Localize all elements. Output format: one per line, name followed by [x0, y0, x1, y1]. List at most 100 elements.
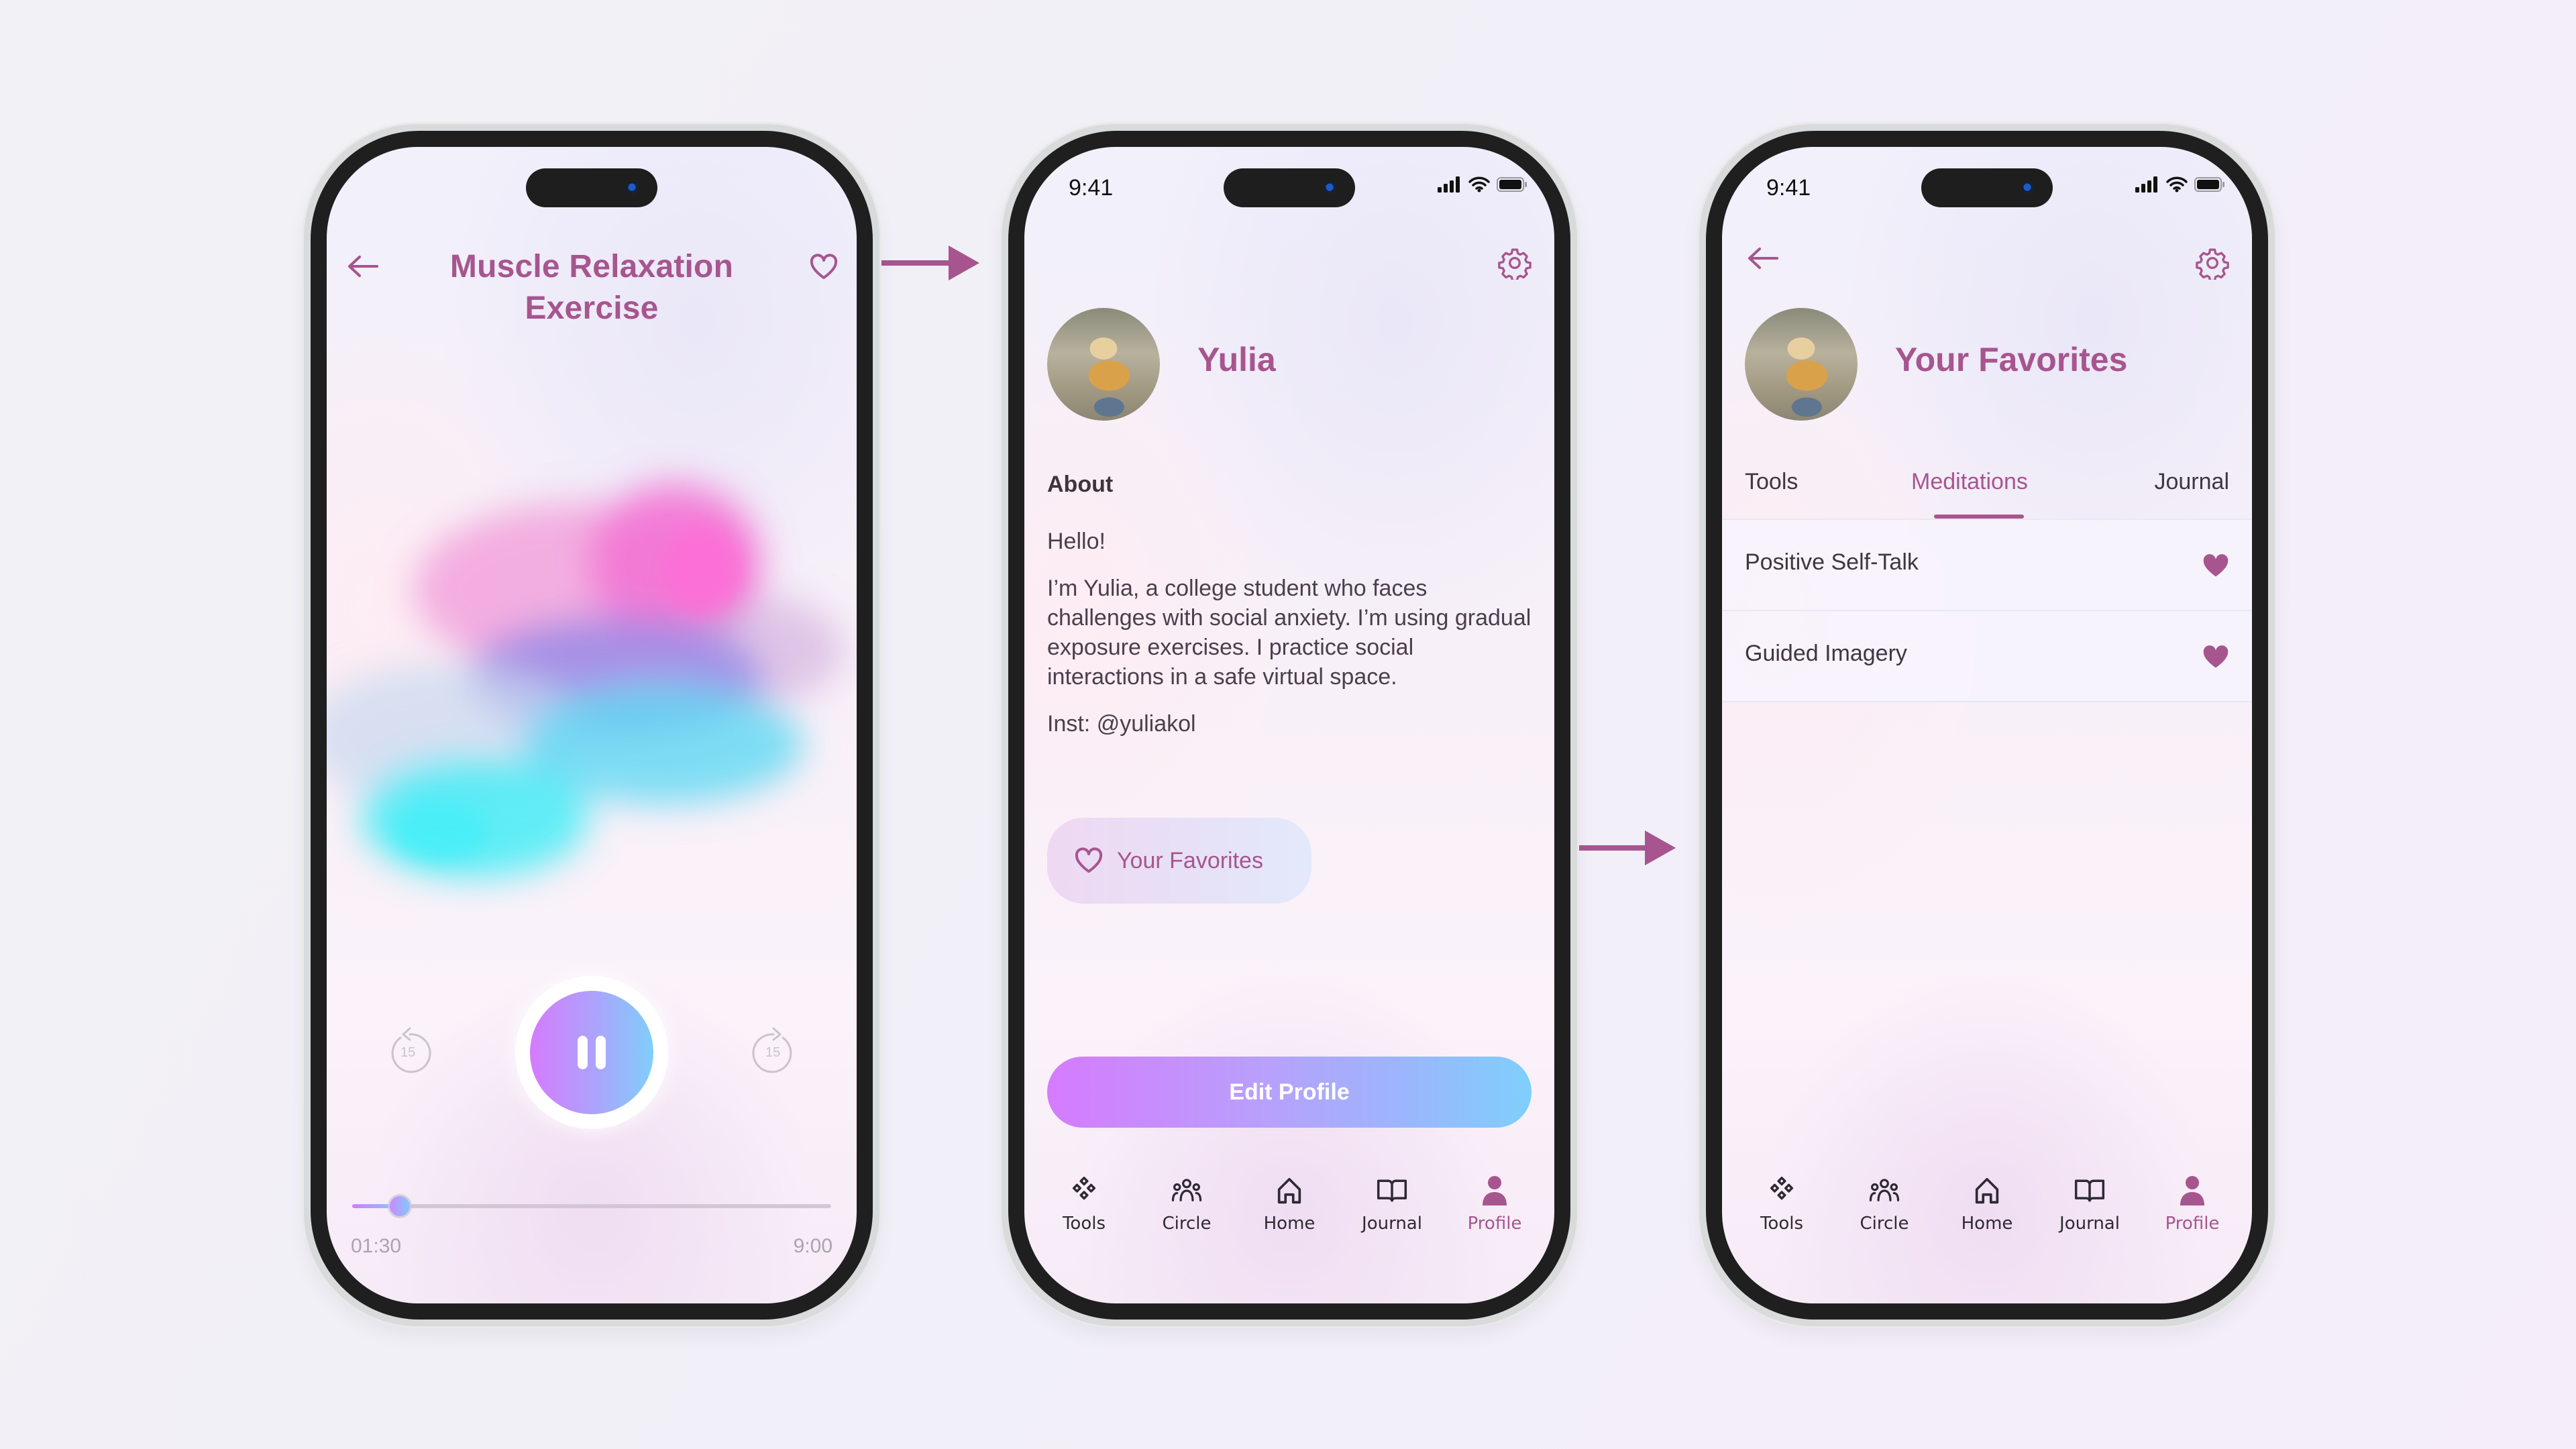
gear-icon — [1498, 248, 1532, 282]
open-book-icon — [1375, 1173, 1409, 1208]
tab-tools[interactable]: Tools — [1034, 1173, 1134, 1247]
title-line-2: Exercise — [525, 290, 659, 326]
profile-name: Yulia — [1197, 341, 1276, 378]
gear-icon — [2196, 248, 2229, 282]
tab-home[interactable]: Home — [1239, 1173, 1340, 1247]
arrow-left-icon — [348, 256, 378, 277]
bio-instagram: Inst: @yuliakol — [1047, 711, 1196, 737]
pause-icon — [574, 1036, 610, 1069]
cellular-signal-icon — [2135, 176, 2157, 193]
about-bio: Hello! I’m Yulia, a college student who … — [1047, 527, 1532, 756]
bottom-tab-bar: Tools Circle Home Journal Profile — [1731, 1173, 2243, 1247]
skip-back-label: 15 — [400, 1045, 416, 1060]
back-button[interactable] — [343, 252, 383, 281]
about-heading: About — [1047, 472, 1114, 497]
person-icon — [1477, 1173, 1512, 1208]
bottom-tab-bar: Tools Circle Home Journal Profile — [1034, 1173, 1545, 1247]
tab-profile[interactable]: Profile — [2142, 1173, 2243, 1247]
profile-screen: 9:41 Yulia About Hello! I’m Yulia, a col… — [1024, 147, 1554, 1303]
tab-label: Home — [1961, 1214, 2013, 1234]
battery-icon — [2194, 177, 2224, 192]
tab-tools[interactable]: Tools — [1745, 469, 1798, 495]
avatar — [1745, 308, 1858, 421]
people-group-icon — [1867, 1173, 1902, 1208]
list-item-label: Guided Imagery — [1745, 641, 1907, 666]
favorite-button[interactable] — [806, 250, 842, 284]
phone-profile: 9:41 Yulia About Hello! I’m Yulia, a col… — [1002, 124, 1577, 1326]
arrow-left-icon — [1748, 248, 1778, 269]
tab-label: Tools — [1760, 1214, 1804, 1234]
status-time: 9:41 — [1069, 175, 1114, 201]
heart-outline-icon — [810, 254, 838, 279]
list-item[interactable]: Guided Imagery — [1722, 611, 2252, 702]
dynamic-island — [526, 168, 657, 207]
battery-icon — [1497, 177, 1527, 192]
active-tab-indicator — [1934, 515, 2024, 519]
seek-thumb[interactable] — [390, 1196, 411, 1216]
exercise-title: Muscle Relaxation Exercise — [407, 246, 776, 329]
tab-journal[interactable]: Journal — [2039, 1173, 2140, 1247]
tab-label: Profile — [2165, 1214, 2220, 1234]
edit-profile-button[interactable]: Edit Profile — [1047, 1057, 1532, 1128]
tab-circle[interactable]: Circle — [1834, 1173, 1935, 1247]
tab-journal[interactable]: Journal — [1342, 1173, 1442, 1247]
open-book-icon — [2072, 1173, 2107, 1208]
cloud-artwork — [327, 482, 843, 878]
skip-forward-label: 15 — [765, 1045, 781, 1060]
seek-bar[interactable] — [352, 1196, 831, 1216]
camera-icon — [2022, 182, 2034, 194]
bio-description: I’m Yulia, a college student who faces c… — [1047, 576, 1532, 690]
skip-forward-15-button[interactable]: 15 — [747, 1023, 800, 1077]
avatar — [1047, 308, 1160, 421]
tab-label: Home — [1263, 1214, 1316, 1234]
wifi-icon — [1468, 176, 1490, 193]
home-icon — [1272, 1173, 1307, 1208]
camera-icon — [627, 182, 639, 194]
tab-profile[interactable]: Profile — [1444, 1173, 1545, 1247]
status-icons — [2135, 176, 2225, 193]
skip-back-15-button[interactable]: 15 — [383, 1023, 437, 1077]
settings-button[interactable] — [1498, 246, 1532, 282]
status-time: 9:41 — [1766, 175, 1811, 201]
favorites-title: Your Favorites — [1895, 341, 2128, 378]
heart-filled-icon[interactable] — [2202, 643, 2229, 670]
elapsed-time: 01:30 — [351, 1235, 402, 1257]
favorites-category-tabs: Tools Meditations Journal — [1722, 462, 2252, 520]
your-favorites-button[interactable]: Your Favorites — [1047, 818, 1311, 904]
tab-journal[interactable]: Journal — [2154, 469, 2229, 495]
tab-home[interactable]: Home — [1937, 1173, 2037, 1247]
favorites-screen: 9:41 Your Favorites Tools Meditations Jo… — [1722, 147, 2252, 1303]
tab-tools[interactable]: Tools — [1731, 1173, 1832, 1247]
diamonds-icon — [1067, 1173, 1102, 1208]
play-button-ring — [515, 976, 668, 1129]
tab-meditations[interactable]: Meditations — [1911, 469, 2028, 495]
dynamic-island — [1224, 168, 1355, 207]
tab-label: Circle — [1860, 1214, 1909, 1234]
title-line-1: Muscle Relaxation — [449, 249, 734, 284]
heart-filled-icon[interactable] — [2202, 552, 2229, 579]
back-button[interactable] — [1746, 246, 1784, 280]
player-screen: Muscle Relaxation Exercise 15 15 01:30 9… — [327, 147, 857, 1303]
heart-outline-icon — [1075, 847, 1103, 873]
status-icons — [1438, 176, 1527, 193]
home-icon — [1970, 1173, 2004, 1208]
dynamic-island — [1921, 168, 2053, 207]
list-item-label: Positive Self-Talk — [1745, 549, 1919, 575]
tab-circle[interactable]: Circle — [1136, 1173, 1237, 1247]
camera-icon — [1324, 182, 1336, 194]
cellular-signal-icon — [1438, 176, 1460, 193]
tab-label: Tools — [1062, 1214, 1106, 1234]
tab-label: Circle — [1162, 1214, 1212, 1234]
wifi-icon — [2166, 176, 2188, 193]
your-favorites-label: Your Favorites — [1117, 847, 1263, 873]
total-duration: 9:00 — [793, 1235, 833, 1257]
list-item[interactable]: Positive Self-Talk — [1722, 520, 2252, 611]
settings-button[interactable] — [2196, 246, 2229, 282]
people-group-icon — [1169, 1173, 1204, 1208]
tab-label: Journal — [2059, 1214, 2120, 1234]
pause-button[interactable] — [530, 991, 653, 1114]
tab-label: Journal — [1362, 1214, 1422, 1234]
favorites-list: Positive Self-Talk Guided Imagery — [1722, 520, 2252, 702]
bio-greeting: Hello! — [1047, 529, 1106, 554]
person-icon — [2175, 1173, 2210, 1208]
